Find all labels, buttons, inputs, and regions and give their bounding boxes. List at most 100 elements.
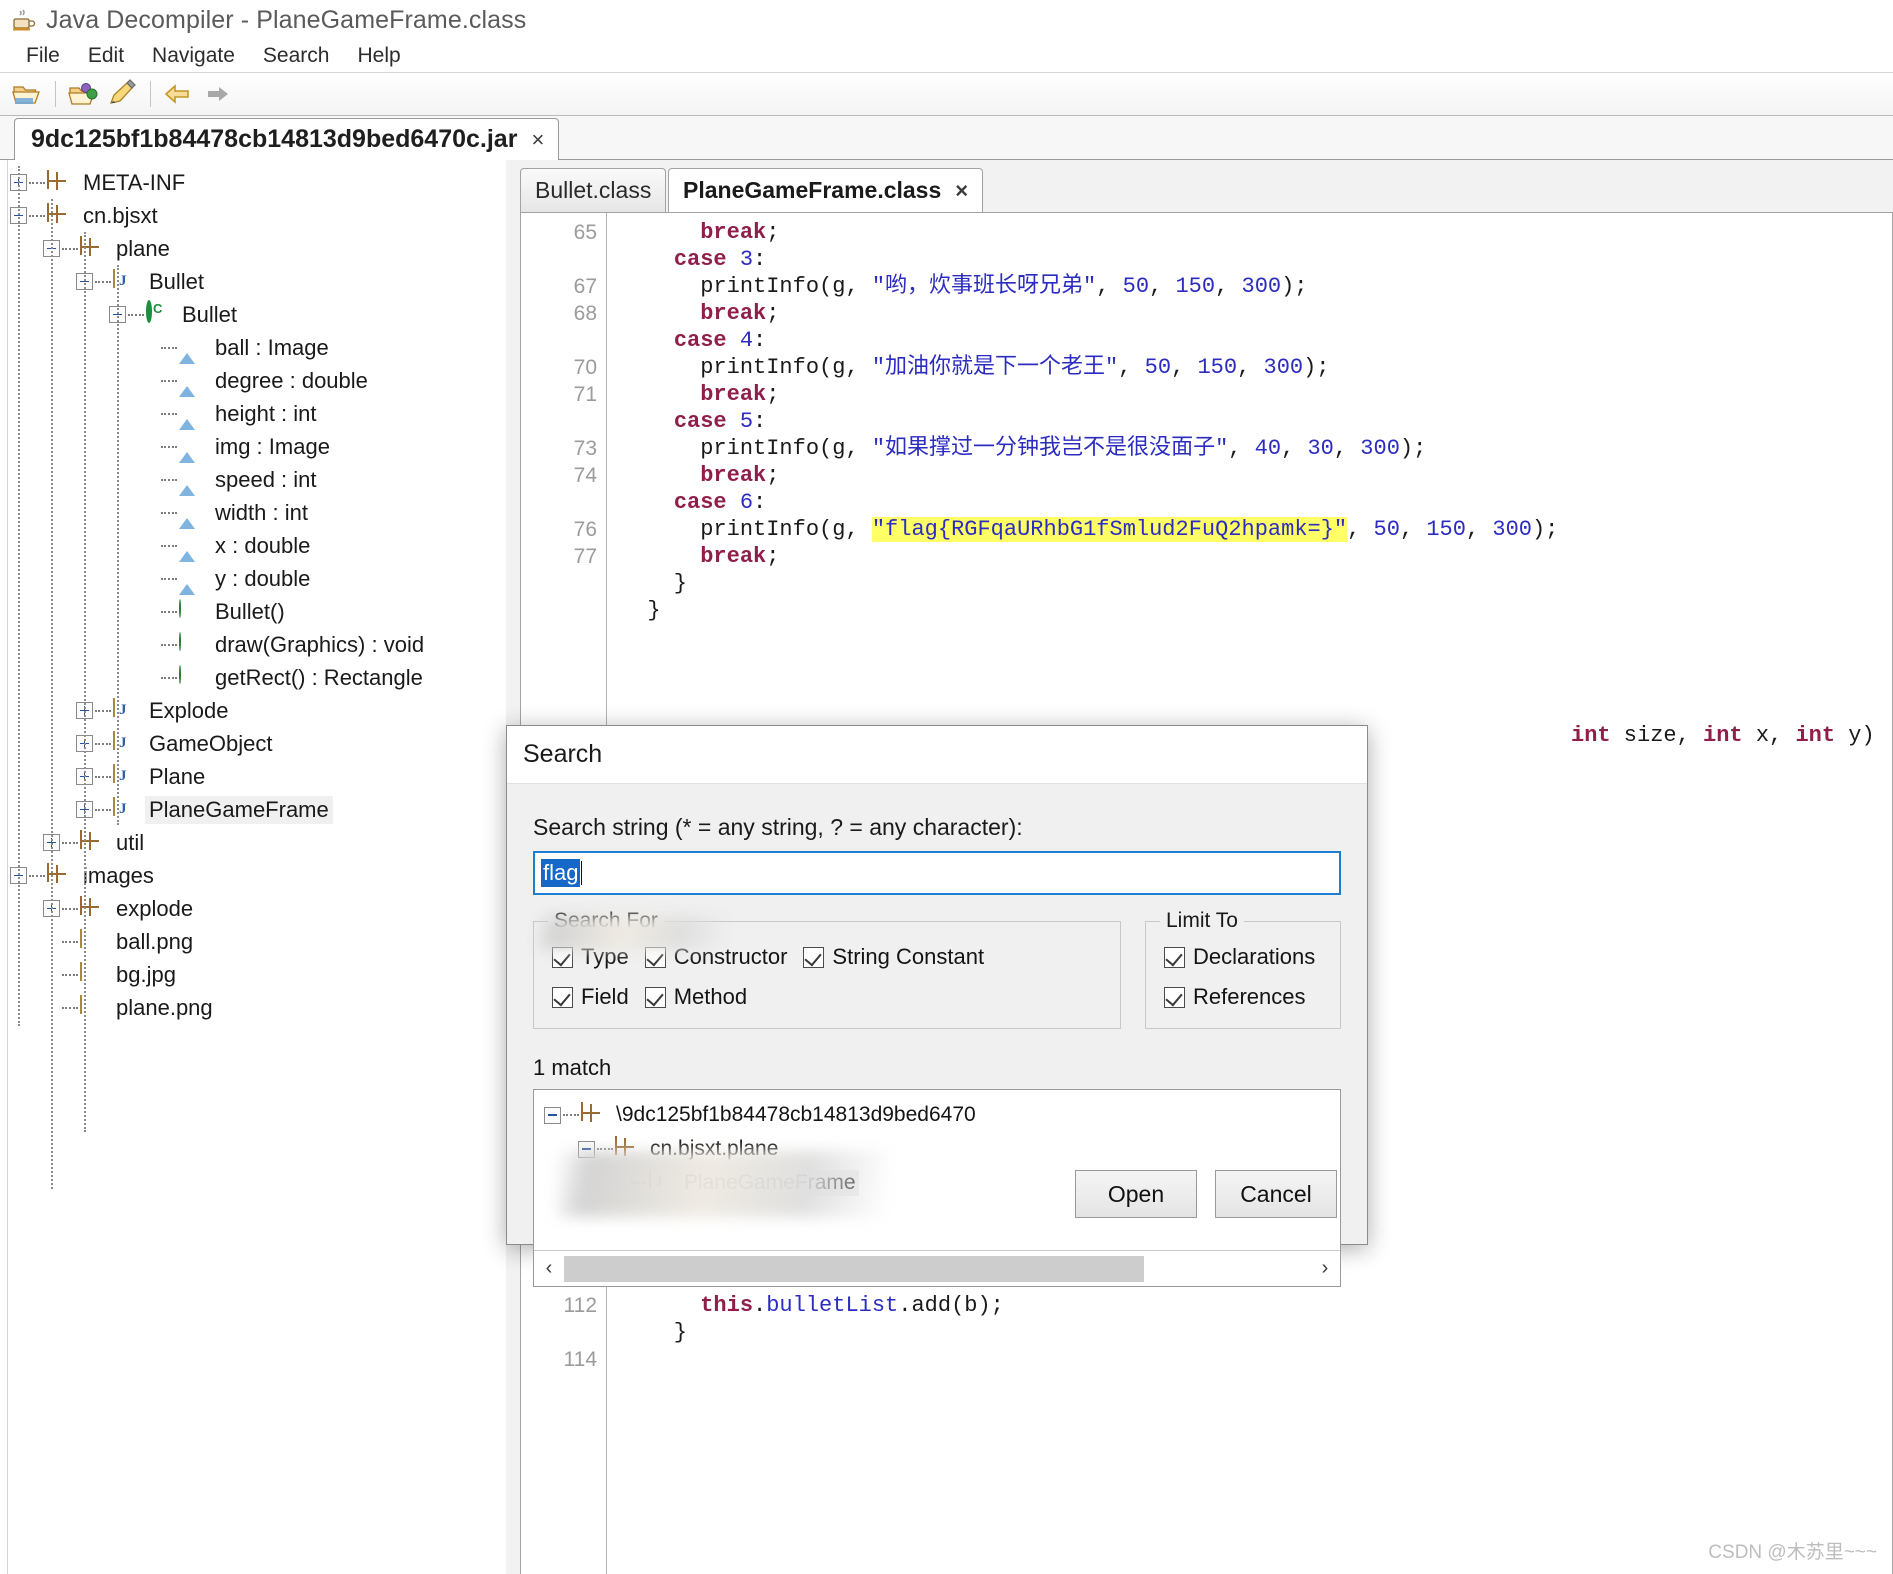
tree-connector-line <box>117 265 119 825</box>
tree-toggle-minus[interactable] <box>578 1140 595 1158</box>
open-folder-icon[interactable] <box>10 78 44 110</box>
checkbox-box[interactable] <box>644 946 666 968</box>
tree-node[interactable]: cn.bjsxt <box>10 199 505 232</box>
tree-connector <box>161 511 177 514</box>
search-result-row[interactable]: cn.bjsxt.plane <box>544 1132 1340 1166</box>
line-text: } <box>621 598 661 623</box>
forward-arrow-icon[interactable] <box>200 78 234 110</box>
jar-tab[interactable]: 9dc125bf1b84478cb14813d9bed6470c.jar × <box>14 118 560 160</box>
tree-toggle-minus[interactable] <box>544 1106 561 1124</box>
checkbox-field[interactable]: Field <box>552 984 629 1010</box>
class-icon <box>146 299 170 327</box>
tree-connector <box>95 775 111 778</box>
code-line: 74 break; <box>521 462 1892 489</box>
tab-bullet-class[interactable]: Bullet.class <box>520 168 667 212</box>
tree-connector <box>29 214 45 217</box>
save-icon[interactable] <box>105 78 139 110</box>
checkbox-label: Field <box>581 984 629 1009</box>
line-number: 114 <box>563 1348 597 1371</box>
java-file-icon: J <box>649 1170 673 1195</box>
tree-node-label: speed : int <box>215 466 317 492</box>
checkbox-box[interactable] <box>552 946 573 968</box>
tree-toggle <box>142 603 159 620</box>
line-text: printInfo(g, "如果撑过一分钟我岂不是很没面子", 40, 30, … <box>700 436 1427 461</box>
coffee-cup-icon <box>10 7 36 33</box>
tree-node-label: Bullet <box>182 301 238 327</box>
title-bar: Java Decompiler - PlaneGameFrame.class <box>0 0 1893 40</box>
scrollbar-track[interactable] <box>564 1253 1310 1284</box>
tab-planegameframe-class[interactable]: PlaneGameFrame.class × <box>668 168 984 212</box>
tree-connector <box>597 1148 613 1150</box>
line-number: 70 <box>573 356 597 379</box>
checkbox-declarations[interactable]: Declarations <box>1164 944 1315 970</box>
method-icon <box>179 631 203 657</box>
tree-toggle <box>142 669 159 686</box>
line-text: printInfo(g, "哟，炊事班长呀兄弟", 50, 150, 300); <box>700 274 1308 299</box>
line-text: case 3: <box>673 247 767 272</box>
checkbox-type[interactable]: Type <box>552 944 629 970</box>
menu-help[interactable]: Help <box>343 42 414 70</box>
menu-search[interactable]: Search <box>249 42 344 70</box>
field-icon <box>179 566 203 595</box>
line-number: 74 <box>573 464 597 487</box>
line-number: 65 <box>573 221 597 244</box>
search-result-row[interactable]: \9dc125bf1b84478cb14813d9bed6470 <box>544 1098 1340 1132</box>
tree-toggle <box>142 570 159 587</box>
tree-node-label: height : int <box>215 400 317 426</box>
field-icon <box>179 500 203 529</box>
checkbox-box[interactable] <box>1164 986 1185 1008</box>
menu-bar: File Edit Navigate Search Help <box>0 40 1893 72</box>
text-caret <box>581 861 583 885</box>
checkbox-constructor[interactable]: Constructor <box>644 944 788 970</box>
tree-node[interactable]: META-INF <box>10 166 505 199</box>
field-icon <box>179 368 203 397</box>
close-icon[interactable]: × <box>955 179 968 202</box>
line-text <box>621 1346 647 1373</box>
checkbox-box[interactable] <box>803 946 825 968</box>
tree-toggle <box>142 636 159 653</box>
code-line: 70 printInfo(g, "加油你就是下一个老王", 50, 150, 3… <box>521 354 1892 381</box>
line-text: break; <box>700 544 780 569</box>
scroll-right-icon[interactable]: › <box>1310 1252 1340 1286</box>
line-text: this.bulletList.add(b); <box>700 1293 1004 1318</box>
search-input-value: flag <box>541 859 581 887</box>
close-icon[interactable]: × <box>531 128 544 151</box>
search-for-row-2: Field Method <box>552 984 1102 1010</box>
tree-node-label: Bullet() <box>215 598 285 624</box>
menu-edit[interactable]: Edit <box>74 42 138 70</box>
tree-connector <box>631 1182 647 1184</box>
code-line: 68 break; <box>521 300 1892 327</box>
tree-connector <box>95 742 111 745</box>
line-number: 73 <box>573 437 597 460</box>
line-number: 67 <box>573 275 597 298</box>
code-line: 71 break; <box>521 381 1892 408</box>
cancel-button[interactable]: Cancel <box>1215 1170 1337 1218</box>
checkbox-label: Constructor <box>673 944 788 969</box>
open-button[interactable]: Open <box>1075 1170 1197 1218</box>
checkbox-string-constant[interactable]: String Constant <box>803 944 984 970</box>
menu-file[interactable]: File <box>12 42 74 70</box>
search-dialog[interactable]: Search Search string (* = any string, ? … <box>506 725 1368 1287</box>
menu-navigate[interactable]: Navigate <box>138 42 249 70</box>
tree-connector-line <box>84 232 86 1132</box>
checkbox-box[interactable] <box>1164 946 1185 968</box>
tree-node-label: Bullet <box>149 268 205 294</box>
line-text: printInfo(g, "加油你就是下一个老王", 50, 150, 300)… <box>700 355 1330 380</box>
checkbox-box[interactable] <box>644 986 666 1008</box>
checkbox-references[interactable]: References <box>1164 984 1306 1010</box>
results-horizontal-scrollbar[interactable]: ‹ › <box>534 1250 1340 1286</box>
search-input[interactable]: flag <box>533 851 1341 895</box>
checkbox-box[interactable] <box>552 986 573 1008</box>
back-arrow-icon[interactable] <box>162 78 196 110</box>
scroll-left-icon[interactable]: ‹ <box>534 1252 564 1286</box>
checkbox-method[interactable]: Method <box>644 984 747 1010</box>
tree-connector <box>563 1114 579 1116</box>
tree-node-label: plane.png <box>116 994 213 1020</box>
tree-connector <box>62 907 78 910</box>
line-text: case 4: <box>673 328 767 353</box>
scrollbar-thumb[interactable] <box>564 1255 1144 1282</box>
code-line: 67 printInfo(g, "哟，炊事班长呀兄弟", 50, 150, 30… <box>521 273 1892 300</box>
open-package-icon[interactable] <box>67 78 101 110</box>
tree-node-label: img : Image <box>215 433 330 459</box>
package-tree[interactable]: META-INFcn.bjsxtplaneJBulletBulletball :… <box>10 166 505 1574</box>
